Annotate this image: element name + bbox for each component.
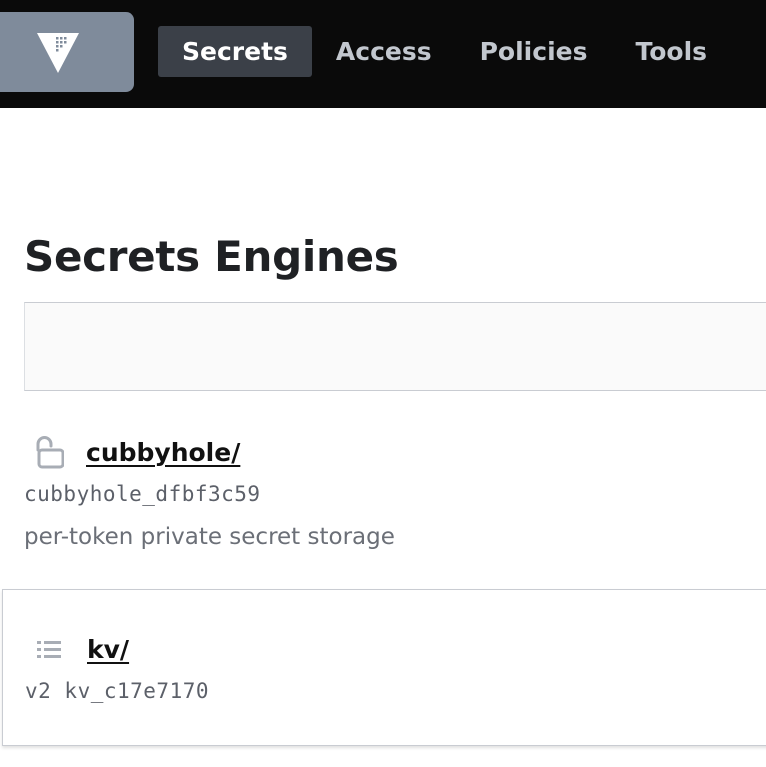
list-icon xyxy=(25,629,65,669)
page-title: Secrets Engines xyxy=(24,232,399,281)
vault-logo-button[interactable] xyxy=(0,12,134,92)
engine-link-kv[interactable]: kv/ xyxy=(87,635,129,664)
engine-link-cubbyhole[interactable]: cubbyhole/ xyxy=(86,438,240,467)
top-navigation-bar: Secrets Access Policies Tools xyxy=(0,0,766,108)
engine-accessor: v2 kv_c17e7170 xyxy=(25,679,210,703)
nav-item-access[interactable]: Access xyxy=(312,26,456,77)
nav-item-tools[interactable]: Tools xyxy=(611,26,731,77)
main-nav: Secrets Access Policies Tools xyxy=(158,26,731,77)
engine-accessor: cubbyhole_dfbf3c59 xyxy=(24,482,261,506)
engine-row-kv: kv/ v2 kv_c17e7170 xyxy=(25,629,210,704)
toolbar xyxy=(24,302,766,391)
vault-logo-icon xyxy=(37,33,79,73)
engine-row-cubbyhole: cubbyhole/ cubbyhole_dfbf3c59 per-token … xyxy=(24,432,395,550)
engine-card-kv[interactable]: kv/ v2 kv_c17e7170 xyxy=(2,589,766,746)
unlocked-padlock-icon xyxy=(24,432,65,472)
nav-item-secrets[interactable]: Secrets xyxy=(158,26,312,77)
nav-item-policies[interactable]: Policies xyxy=(456,26,612,77)
engine-description: per-token private secret storage xyxy=(24,524,395,550)
